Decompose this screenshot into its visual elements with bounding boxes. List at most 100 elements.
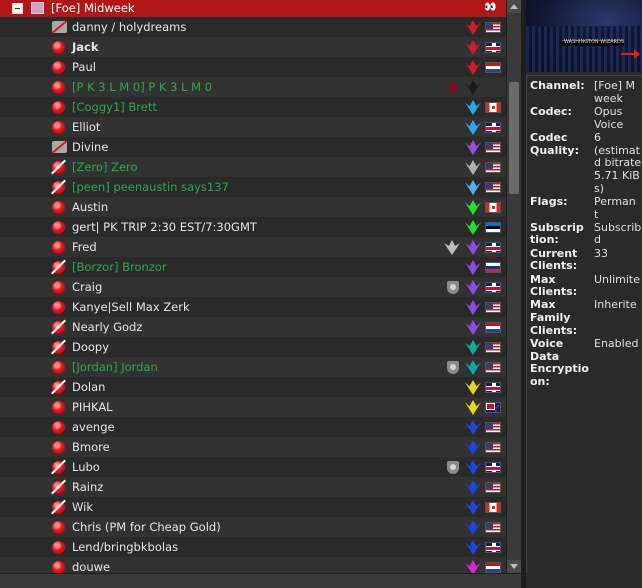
microphone-muted-icon (52, 321, 65, 334)
rank-badge-icon (465, 540, 481, 555)
client-row[interactable]: Bmore (0, 437, 506, 457)
client-row[interactable]: [P K 3 L M 0] P K 3 L M 0 (0, 77, 506, 97)
status-dot-icon (52, 81, 65, 94)
info-label: Codec Quality: (530, 130, 579, 157)
info-row: Codec Quality: 6 (estimat d bitrate 5.71 … (527, 130, 642, 196)
client-row[interactable]: PIHKAL (0, 397, 506, 417)
rank-badge-icon (465, 400, 481, 415)
rank-badge-icon (465, 100, 481, 115)
client-name: [Zero] Zero (72, 160, 138, 174)
info-row: Max Family Clients: Inherite (527, 299, 642, 337)
client-row[interactable]: Craig (0, 277, 506, 297)
client-row[interactable]: Austin (0, 197, 506, 217)
country-flag-icon (485, 62, 501, 73)
info-row: Channel: [Foe] M week (527, 79, 642, 105)
channel-row[interactable]: [Foe] Midweek 👀 (0, 0, 506, 17)
status-dot-icon (52, 221, 65, 234)
client-row[interactable]: Elliot (0, 117, 506, 137)
client-row[interactable]: Dolan (0, 377, 506, 397)
client-name: [P K 3 L M 0] P K 3 L M 0 (72, 80, 213, 94)
rank-badge-icon (465, 80, 481, 95)
client-name: Kanye|Sell Max Zerk (72, 300, 190, 314)
country-flag-icon (485, 482, 501, 493)
client-row[interactable]: Fred (0, 237, 506, 257)
client-name: Lubo (72, 460, 100, 474)
country-flag-icon (485, 242, 501, 253)
info-row: Current Clients: 33 (527, 247, 642, 273)
rank-badge-icon (465, 160, 481, 175)
client-row[interactable]: Lend/bringbkbolas (0, 537, 506, 557)
info-label: Voice Data Encryptio on: (530, 337, 589, 389)
shield-icon (447, 281, 459, 294)
client-name: avenge (72, 420, 115, 434)
client-name: Bmore (72, 440, 110, 454)
country-flag-icon (485, 402, 501, 413)
country-flag-icon (485, 542, 501, 553)
status-dot-icon (52, 101, 65, 114)
rank-badge-icon (465, 200, 481, 215)
horizontal-scrollbar[interactable] (0, 573, 521, 588)
client-row[interactable]: Doopy (0, 337, 506, 357)
collapse-toggle[interactable] (12, 3, 23, 14)
client-row[interactable]: Divine (0, 137, 506, 157)
info-label: Channel: (530, 79, 585, 92)
status-dot-icon (52, 41, 65, 54)
channel-tree[interactable]: [Foe] Midweek 👀 danny / holydreams Jack Pa… (0, 0, 506, 573)
banner-crowd (526, 26, 642, 72)
client-row[interactable]: danny / holydreams (0, 17, 506, 37)
client-row[interactable]: [Zero] Zero (0, 157, 506, 177)
rank-badge-icon (465, 480, 481, 495)
client-row[interactable]: douwe (0, 557, 506, 573)
client-row[interactable]: Rainz (0, 477, 506, 497)
rank-badge-icon (465, 220, 481, 235)
country-flag-icon (485, 422, 501, 433)
country-flag-icon (485, 342, 501, 353)
channel-info-panel: Channel: [Foe] M week Codec: Opus Voice Code… (526, 75, 642, 573)
info-value: Enabled (594, 338, 639, 350)
channel-name: [Foe] Midweek (51, 1, 135, 15)
client-name: Rainz (72, 480, 104, 494)
rank-badge-icon (465, 240, 481, 255)
status-dot-icon (52, 541, 65, 554)
client-row[interactable]: Jack (0, 37, 506, 57)
country-flag-icon (485, 522, 501, 533)
country-flag-icon (485, 442, 501, 453)
scroll-down-icon[interactable] (507, 560, 521, 573)
microphone-muted-icon (52, 501, 65, 514)
client-name: [Jordan] Jordan (72, 360, 158, 374)
scroll-thumb[interactable] (509, 82, 519, 194)
country-flag-icon (485, 262, 501, 273)
client-row[interactable]: Kanye|Sell Max Zerk (0, 297, 506, 317)
client-name: Wik (72, 500, 93, 514)
client-name: Paul (72, 60, 96, 74)
status-dot-icon (52, 561, 65, 573)
client-row[interactable]: gert| PK TRIP 2:30 EST/7:30GMT (0, 217, 506, 237)
client-row[interactable]: [Coggy1] Brett (0, 97, 506, 117)
client-row[interactable]: Lubo (0, 457, 506, 477)
banner-text: WASHINGTON WIZARDS (564, 39, 625, 45)
client-row[interactable]: Nearly Godz (0, 317, 506, 337)
group-badge-icon (445, 80, 461, 95)
rank-badge-icon (465, 300, 481, 315)
tree-scrollbar[interactable] (506, 0, 521, 573)
client-name: Nearly Godz (72, 320, 143, 334)
scroll-up-icon[interactable] (507, 0, 521, 13)
info-value: [Foe] M week (594, 80, 636, 105)
client-row[interactable]: Paul (0, 57, 506, 77)
channel-flag-icon: 👀 (484, 2, 496, 13)
rank-badge-icon (465, 420, 481, 435)
client-row[interactable]: Chris (PM for Cheap Gold) (0, 517, 506, 537)
rank-badge-icon (465, 360, 481, 375)
group-badge-icon (444, 240, 460, 255)
client-row[interactable]: avenge (0, 417, 506, 437)
client-row[interactable]: Wik (0, 497, 506, 517)
info-row: Flags: Perman t (527, 195, 642, 221)
client-row[interactable]: [Jordan] Jordan (0, 357, 506, 377)
client-name: Austin (72, 200, 109, 214)
status-dot-icon (52, 281, 65, 294)
info-row: Voice Data Encryptio on: Enabled (527, 337, 642, 389)
client-row[interactable]: [peen] peenaustin says137 (0, 177, 506, 197)
client-row[interactable]: [Borzor] Bronzor (0, 257, 506, 277)
rank-badge-icon (465, 520, 481, 535)
status-dot-icon (52, 521, 65, 534)
